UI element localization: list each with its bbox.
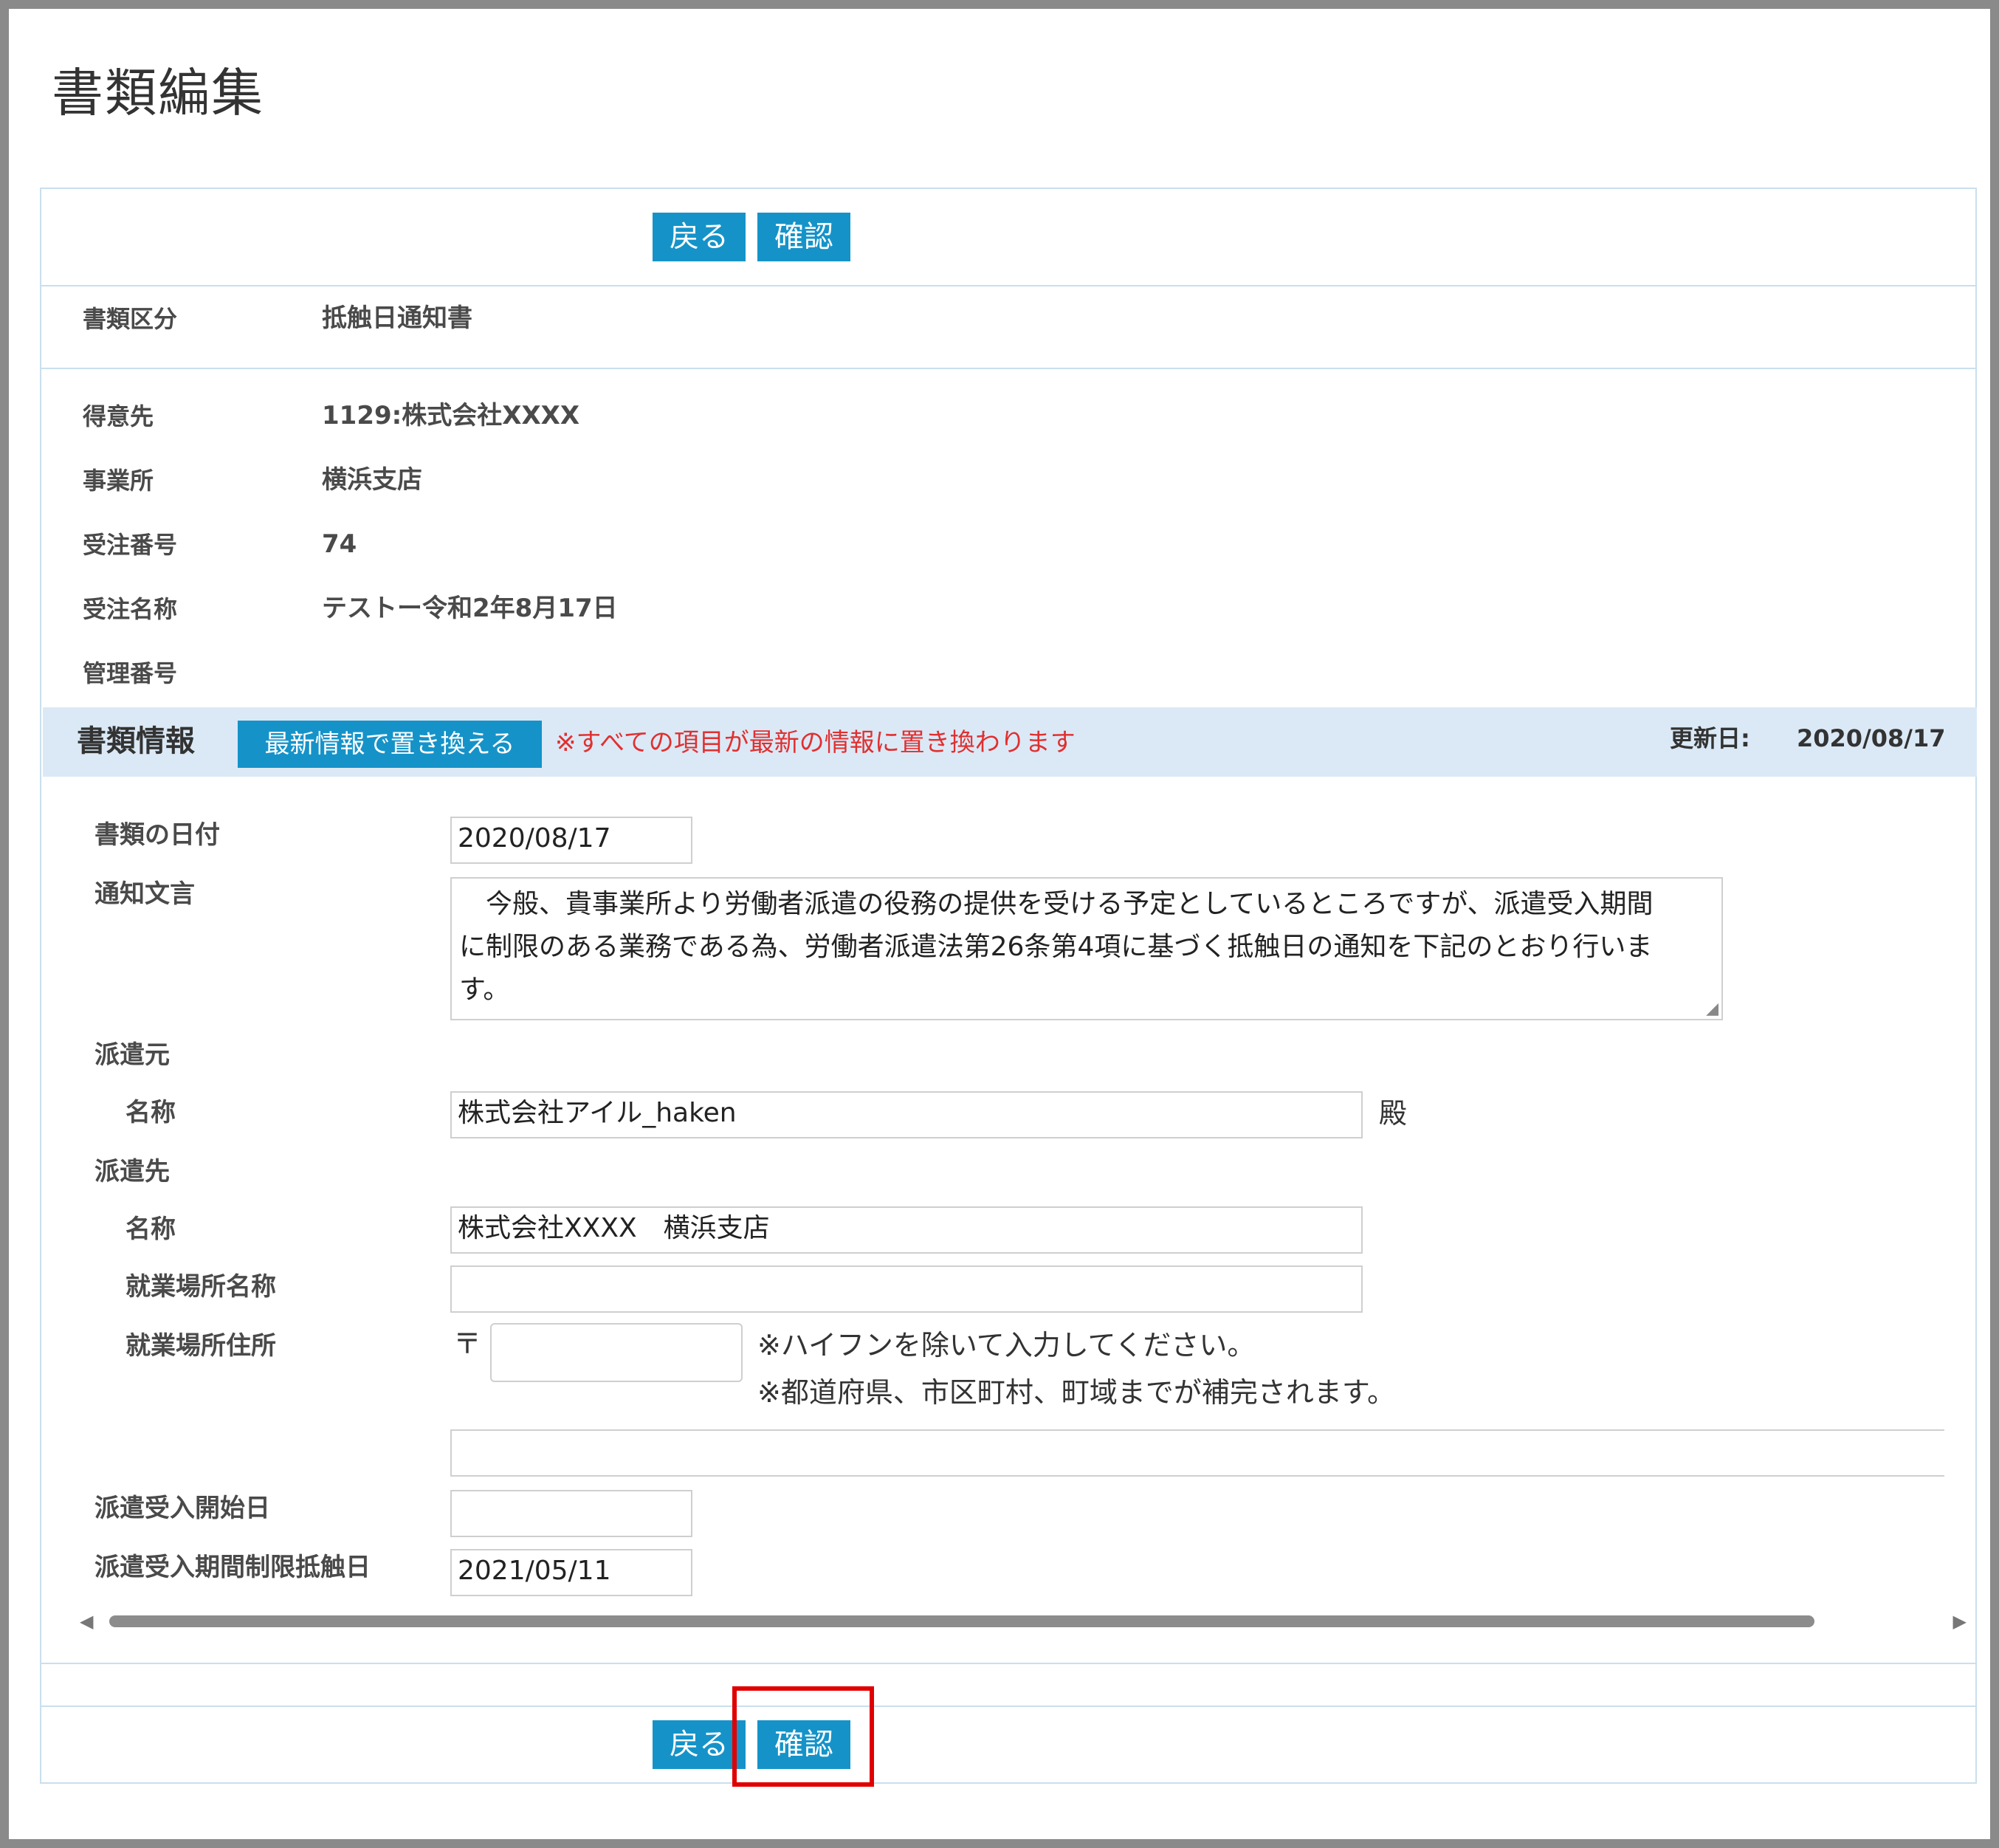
notice-label: 通知文言 — [94, 879, 195, 909]
workplace-name-label: 就業場所名称 — [125, 1272, 276, 1302]
replace-latest-button[interactable]: 最新情報で置き換える — [238, 721, 542, 768]
replace-warning-note: ※すべての項目が最新の情報に置き換わります — [555, 728, 1076, 758]
updated-label: 更新日: — [1670, 724, 1750, 752]
dispatcher-heading: 派遣元 — [94, 1040, 170, 1070]
start-date-label: 派遣受入開始日 — [94, 1494, 270, 1523]
divider — [41, 1706, 1975, 1707]
back-button-top[interactable]: 戻る — [653, 213, 746, 261]
confirm-button-top[interactable]: 確認 — [757, 213, 850, 261]
order-no-label: 受注番号 — [83, 531, 178, 559]
notice-textarea[interactable]: 今般、貴事業所より労働者派遣の役務の提供を受ける予定としているところですが、派遣… — [450, 877, 1723, 1020]
conflict-date-label: 派遣受入期間制限抵触日 — [94, 1553, 371, 1582]
office-label: 事業所 — [83, 467, 154, 495]
notice-line: 今般、貴事業所より労働者派遣の役務の提供を受ける予定としているところですが、派遣… — [459, 889, 1654, 919]
client-name-input[interactable]: 株式会社XXXX 横浜支店 — [450, 1206, 1363, 1254]
mgmt-no-label: 管理番号 — [83, 659, 178, 687]
divider — [41, 368, 1975, 369]
divider — [41, 1663, 1975, 1664]
order-no-value: 74 — [322, 529, 357, 559]
postal-mark: 〒 — [453, 1327, 482, 1360]
scrollbar-thumb[interactable] — [109, 1615, 1814, 1627]
dispatcher-name-input[interactable]: 株式会社アイル_haken — [450, 1091, 1363, 1138]
start-date-input[interactable] — [450, 1490, 692, 1537]
updated-value: 2020/08/17 — [1797, 724, 1946, 752]
window-frame: 書類編集 戻る 確認 書類区分 抵触日通知書 得意先 1129:株式会社XXXX… — [0, 0, 1999, 1848]
address-input[interactable] — [450, 1429, 1944, 1477]
conflict-date-input[interactable]: 2021/05/11 — [450, 1549, 692, 1596]
client-label: 得意先 — [83, 402, 154, 430]
highlight-box — [732, 1686, 874, 1787]
edit-panel: 戻る 確認 書類区分 抵触日通知書 得意先 1129:株式会社XXXX 事業所 … — [40, 188, 1977, 1784]
doc-date-label: 書類の日付 — [94, 820, 220, 850]
dispatcher-suffix: 殿 — [1379, 1097, 1408, 1130]
postal-hyphen-note: ※ハイフンを除いて入力してください。 — [757, 1329, 1256, 1361]
order-name-value: テストー令和2年8月17日 — [322, 594, 618, 623]
postal-code-input[interactable] — [490, 1323, 743, 1382]
client-name-label: 名称 — [125, 1215, 176, 1244]
page-title: 書類編集 — [52, 63, 264, 123]
client-value: 1129:株式会社XXXX — [322, 401, 580, 430]
resize-handle-icon[interactable]: ◢ — [1706, 1001, 1718, 1017]
doc-type-label: 書類区分 — [83, 305, 178, 333]
doc-date-input[interactable]: 2020/08/17 — [450, 817, 692, 864]
dispatcher-name-label: 名称 — [125, 1098, 176, 1127]
office-value: 横浜支店 — [322, 465, 422, 495]
scroll-left-icon[interactable]: ◀ — [80, 1611, 93, 1632]
postal-autofill-note: ※都道府県、市区町村、町域までが補完されます。 — [757, 1376, 1396, 1409]
client-heading: 派遣先 — [94, 1157, 170, 1186]
doc-type-value: 抵触日通知書 — [322, 303, 472, 333]
notice-line: に制限のある業務である為、労働者派遣法第26条第4項に基づく抵触日の通知を下記の… — [459, 932, 1653, 962]
order-name-label: 受注名称 — [83, 595, 178, 623]
horizontal-scrollbar[interactable]: ◀ ▶ — [74, 1608, 1972, 1635]
doc-info-heading: 書類情報 — [77, 724, 195, 758]
doc-info-header: 書類情報 最新情報で置き換える ※すべての項目が最新の情報に置き換わります 更新… — [43, 707, 1977, 777]
workplace-address-label: 就業場所住所 — [125, 1331, 276, 1361]
divider — [41, 285, 1975, 286]
notice-line: す。 — [459, 975, 510, 1005]
workplace-name-input[interactable] — [450, 1265, 1363, 1313]
scroll-right-icon[interactable]: ▶ — [1953, 1611, 1967, 1632]
